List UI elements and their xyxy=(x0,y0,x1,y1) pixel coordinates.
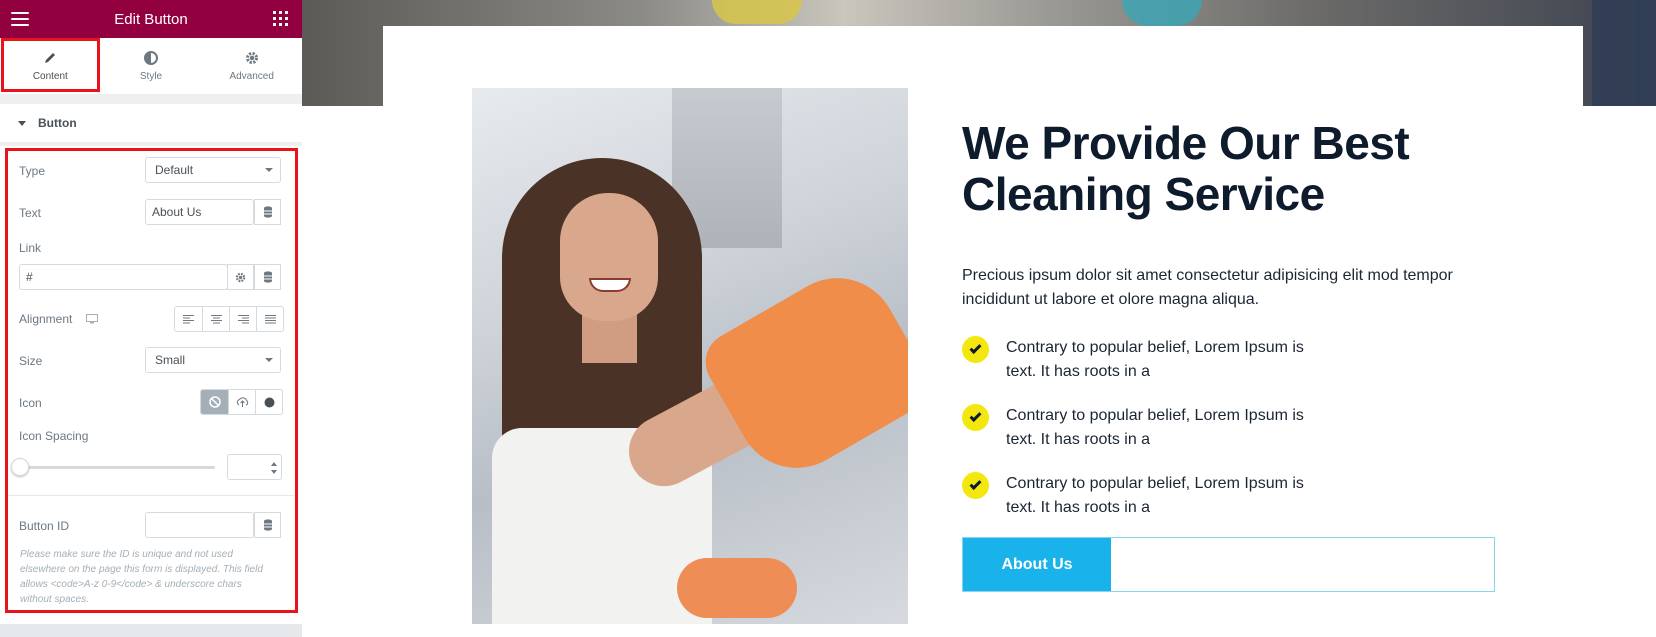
button-id-dynamic-tags-button[interactable] xyxy=(254,512,281,538)
feature-item: Contrary to popular belief, Lorem Ipsum … xyxy=(962,404,1502,454)
feature-item: Contrary to popular belief, Lorem Ipsum … xyxy=(962,472,1502,522)
feature-text: Contrary to popular belief, Lorem Ipsum … xyxy=(1006,407,1304,448)
section-heading: We Provide Our Best Cleaning Service xyxy=(962,117,1410,220)
ban-icon xyxy=(208,396,221,408)
editor-window: Edit Button Content Style Advanced Butto… xyxy=(0,0,1656,637)
chevron-down-icon xyxy=(265,168,273,172)
desktop-icon[interactable] xyxy=(86,314,98,324)
alignment-group xyxy=(174,306,284,332)
database-icon xyxy=(263,271,272,283)
gear-icon xyxy=(235,272,246,282)
align-center-button[interactable] xyxy=(202,307,229,331)
icon-spacing-slider-track[interactable] xyxy=(19,466,215,469)
panel-header: Edit Button xyxy=(0,0,302,38)
type-label: Type xyxy=(19,164,46,178)
align-left-icon xyxy=(183,314,194,323)
feature-text: Contrary to popular belief, Lorem Ipsum … xyxy=(1006,339,1304,380)
icon-choice-group xyxy=(200,389,283,415)
button-id-input[interactable] xyxy=(145,512,254,538)
icon-none-button[interactable] xyxy=(201,390,228,414)
tab-advanced[interactable]: Advanced xyxy=(201,38,302,94)
dynamic-tags-button[interactable] xyxy=(254,199,281,225)
upload-icon xyxy=(236,397,248,407)
type-select[interactable]: Default xyxy=(145,157,281,183)
link-input[interactable]: # xyxy=(19,264,228,290)
feature-text: Contrary to popular belief, Lorem Ipsum … xyxy=(1006,475,1304,516)
menu-icon[interactable] xyxy=(11,12,29,26)
icon-library-button[interactable] xyxy=(255,390,282,414)
link-label: Link xyxy=(19,241,42,255)
spin-down-icon[interactable] xyxy=(271,470,277,474)
gear-icon xyxy=(245,51,258,64)
link-dynamic-tags-button[interactable] xyxy=(254,264,281,290)
align-right-icon xyxy=(237,314,249,323)
size-select-value: Small xyxy=(155,353,186,367)
icon-label: Icon xyxy=(19,396,42,410)
caret-down-icon xyxy=(18,120,26,126)
icon-spacing-label: Icon Spacing xyxy=(19,429,89,443)
half-circle-icon xyxy=(144,50,158,65)
align-justify-button[interactable] xyxy=(256,307,283,331)
button-id-label: Button ID xyxy=(19,519,70,533)
align-left-button[interactable] xyxy=(175,307,202,331)
type-select-value: Default xyxy=(155,163,194,177)
section-title: Button xyxy=(38,116,77,130)
align-right-button[interactable] xyxy=(229,307,256,331)
preview-canvas: We Provide Our Best Cleaning Service Pre… xyxy=(302,0,1656,637)
database-icon xyxy=(263,206,272,218)
align-center-icon xyxy=(210,314,222,323)
about-us-button[interactable]: About Us xyxy=(963,538,1111,591)
icon-spacing-slider-handle[interactable] xyxy=(11,458,29,476)
divider xyxy=(8,495,294,496)
database-icon xyxy=(263,519,272,531)
size-label: Size xyxy=(19,354,43,368)
icon-upload-button[interactable] xyxy=(228,390,255,414)
link-options-button[interactable] xyxy=(227,264,254,290)
cleaning-woman-photo xyxy=(472,88,908,624)
widgets-grid-icon[interactable] xyxy=(273,11,288,26)
tab-content-label: Content xyxy=(32,70,68,82)
panel-footer-strip xyxy=(0,624,302,637)
text-input-value: About Us xyxy=(152,205,202,219)
check-circle-icon xyxy=(962,472,989,499)
button-id-help-text: Please make sure the ID is unique and no… xyxy=(20,549,263,605)
panel-title: Edit Button xyxy=(114,10,188,28)
check-circle-icon xyxy=(962,336,989,363)
alignment-label: Alignment xyxy=(19,312,73,326)
tab-style[interactable]: Style xyxy=(101,38,202,94)
pencil-icon xyxy=(45,52,56,63)
chevron-down-icon xyxy=(265,358,273,362)
circle-icon xyxy=(264,397,274,407)
section-paragraph: Precious ipsum dolor sit amet consectetu… xyxy=(962,267,1453,308)
text-input[interactable]: About Us xyxy=(145,199,254,225)
tab-style-label: Style xyxy=(139,70,163,82)
spin-up-icon[interactable] xyxy=(271,462,277,466)
panel-tabs: Content Style Advanced xyxy=(0,38,302,94)
editor-panel: Edit Button Content Style Advanced Butto… xyxy=(0,0,302,637)
icon-spacing-number-input[interactable] xyxy=(227,454,282,480)
tab-content[interactable]: Content xyxy=(0,38,101,94)
button-widget-selected[interactable]: About Us xyxy=(962,537,1495,592)
tab-advanced-label: Advanced xyxy=(229,70,274,82)
link-input-value: # xyxy=(26,270,33,284)
feature-item: Contrary to popular belief, Lorem Ipsum … xyxy=(962,336,1502,386)
size-select[interactable]: Small xyxy=(145,347,281,373)
check-circle-icon xyxy=(962,404,989,431)
align-justify-icon xyxy=(264,314,276,323)
section-button-header[interactable]: Button xyxy=(0,104,302,142)
text-label: Text xyxy=(19,206,42,220)
